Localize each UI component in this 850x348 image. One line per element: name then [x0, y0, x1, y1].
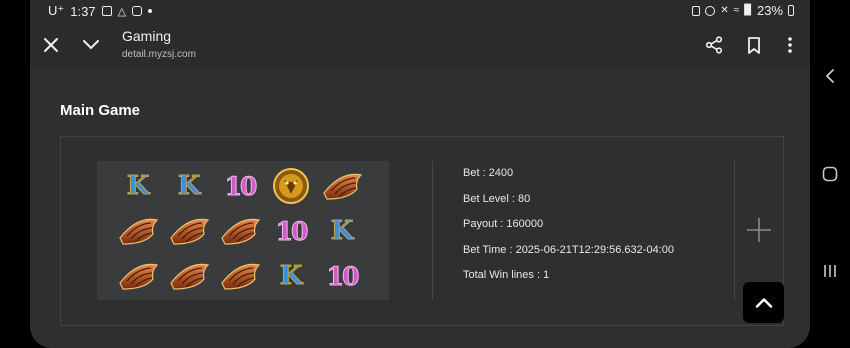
page-url: detail.myzsj.com — [122, 49, 196, 60]
reel-symbol-k: K — [177, 171, 201, 202]
bet-value: Bet : 2400 — [463, 167, 514, 179]
reel-symbol-k: K — [279, 261, 303, 292]
close-icon — [44, 38, 58, 52]
ship-symbol-icon — [168, 257, 210, 295]
total-win-lines-value: Total Win lines : 1 — [463, 269, 550, 281]
status-bar: U⁺ 1:37 △ ✕ ≈ ▉ 23% — [30, 0, 810, 22]
plus-icon — [747, 218, 771, 242]
reel-symbol-10: 10 — [275, 216, 309, 246]
nav-back-icon — [825, 69, 834, 83]
screen: U⁺ 1:37 △ ✕ ≈ ▉ 23% Gaming detail.myzsj.… — [30, 0, 810, 348]
more-options-button[interactable] — [775, 30, 805, 60]
ship-symbol-icon — [117, 212, 159, 250]
reel-symbol-10: 10 — [224, 171, 258, 201]
status-right: ✕ ≈ ▉ 23% — [692, 3, 794, 18]
alarm-icon — [705, 5, 716, 16]
bookmark-button[interactable] — [739, 30, 769, 60]
payout-value: Payout : 160000 — [463, 218, 544, 230]
page-content: Main Game K K 10 10 K K 10 Bet : 2400 Bet Leve… — [30, 68, 810, 348]
nav-recents-icon — [824, 265, 836, 277]
flame-icon: △ — [117, 5, 127, 18]
scroll-to-top-button[interactable] — [743, 282, 784, 323]
divider — [432, 161, 433, 300]
signal-icon: ▉ — [744, 5, 752, 16]
reel-symbol-k: K — [126, 171, 150, 202]
nav-home-button[interactable] — [818, 162, 842, 186]
gallery-icon — [101, 6, 112, 16]
clock: 1:37 — [70, 3, 96, 19]
bet-time-value: Bet Time : 2025-06-21T12:29:56.632-04:00 — [463, 244, 674, 256]
notification-dot-icon — [148, 9, 153, 13]
wild-symbol-icon — [270, 167, 312, 205]
game-record-card: K K 10 10 K K 10 Bet : 2400 Bet Level : 80 Pay… — [60, 136, 784, 326]
chevron-up-icon — [755, 298, 772, 308]
share-button[interactable] — [699, 30, 729, 60]
browser-toolbar: Gaming detail.myzsj.com — [30, 22, 810, 68]
more-vert-icon — [788, 37, 792, 53]
ship-symbol-icon — [168, 212, 210, 250]
phone-frame: U⁺ 1:37 △ ✕ ≈ ▉ 23% Gaming detail.myzsj.… — [0, 0, 850, 348]
reel-symbol-10: 10 — [326, 261, 360, 291]
chevron-down-icon — [83, 40, 99, 50]
collapse-button[interactable] — [76, 30, 106, 60]
battery-icon — [788, 5, 794, 16]
share-icon — [705, 36, 723, 54]
nav-back-button[interactable] — [818, 64, 842, 88]
ship-symbol-icon — [117, 257, 159, 295]
bookmark-icon — [748, 36, 760, 54]
ship-symbol-icon — [219, 212, 261, 250]
reel-grid: K K 10 10 K K 10 — [97, 161, 389, 300]
nav-recents-button[interactable] — [818, 259, 842, 283]
divider — [734, 161, 735, 300]
nav-home-icon — [822, 166, 838, 182]
status-left: U⁺ 1:37 △ — [48, 3, 153, 19]
wifi-icon: ≈ — [733, 5, 740, 16]
ship-symbol-icon — [219, 257, 261, 295]
carrier-label: U⁺ — [48, 3, 65, 18]
bet-level-value: Bet Level : 80 — [463, 193, 531, 205]
expand-button[interactable] — [745, 216, 773, 244]
mute-icon: ✕ — [720, 5, 729, 16]
close-button[interactable] — [36, 30, 66, 60]
ship-symbol-icon — [321, 167, 363, 205]
reel-symbol-k: K — [330, 216, 354, 247]
instagram-icon — [132, 6, 143, 16]
battery-saver-icon — [692, 5, 701, 16]
system-nav-bar — [810, 0, 850, 348]
section-heading: Main Game — [60, 102, 141, 119]
page-title: Gaming — [122, 28, 172, 44]
battery-percent: 23% — [756, 3, 783, 18]
